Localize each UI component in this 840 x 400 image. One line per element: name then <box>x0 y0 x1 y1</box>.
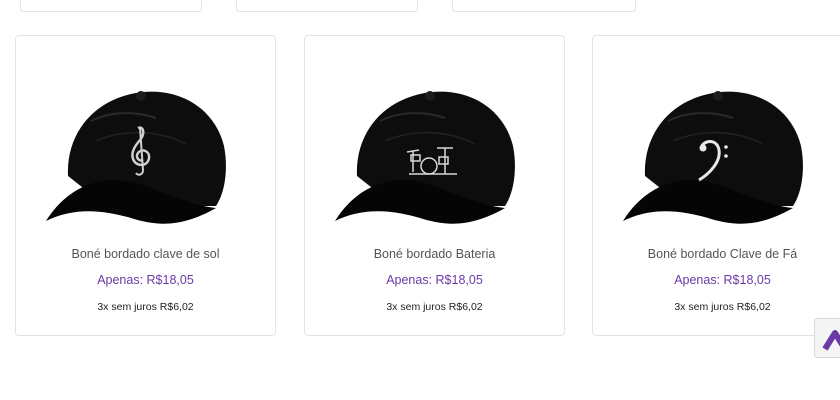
cap-graphic <box>623 91 803 224</box>
product-installments: 3x sem juros R$6,02 <box>674 301 771 313</box>
product-name[interactable]: Boné bordado Bateria <box>305 247 564 261</box>
cap-graphic <box>335 91 515 224</box>
product-card-partial[interactable] <box>236 0 418 12</box>
product-card-partial[interactable] <box>20 0 202 12</box>
product-image-cap[interactable] <box>613 56 833 241</box>
product-card-partial[interactable] <box>452 0 636 12</box>
product-installments: 3x sem juros R$6,02 <box>386 301 483 313</box>
product-name[interactable]: Boné bordado clave de sol <box>16 247 275 261</box>
chevron-up-icon <box>822 330 840 351</box>
product-card[interactable]: Boné bordado clave de sol Apenas: R$18,0… <box>15 35 276 336</box>
product-image-cap[interactable] <box>325 56 545 241</box>
product-card[interactable]: Boné bordado Clave de Fá Apenas: R$18,05… <box>592 35 840 336</box>
product-name[interactable]: Boné bordado Clave de Fá <box>593 247 840 261</box>
product-image-cap[interactable] <box>36 56 256 241</box>
product-listing-page: Boné bordado clave de sol Apenas: R$18,0… <box>0 0 840 400</box>
scroll-to-top-button[interactable] <box>814 318 840 358</box>
product-card[interactable]: Boné bordado Bateria Apenas: R$18,05 3x … <box>304 35 565 336</box>
product-price: Apenas: R$18,05 <box>674 273 771 287</box>
product-installments: 3x sem juros R$6,02 <box>97 301 194 313</box>
product-price: Apenas: R$18,05 <box>386 273 483 287</box>
product-price: Apenas: R$18,05 <box>97 273 194 287</box>
